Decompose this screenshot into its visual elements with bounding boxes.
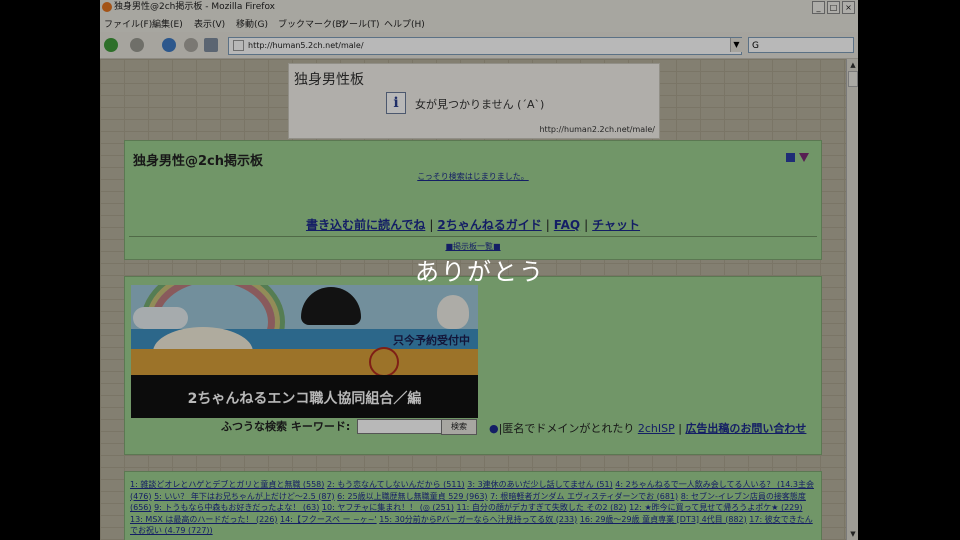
caption-text: ありがとう (415, 258, 545, 286)
